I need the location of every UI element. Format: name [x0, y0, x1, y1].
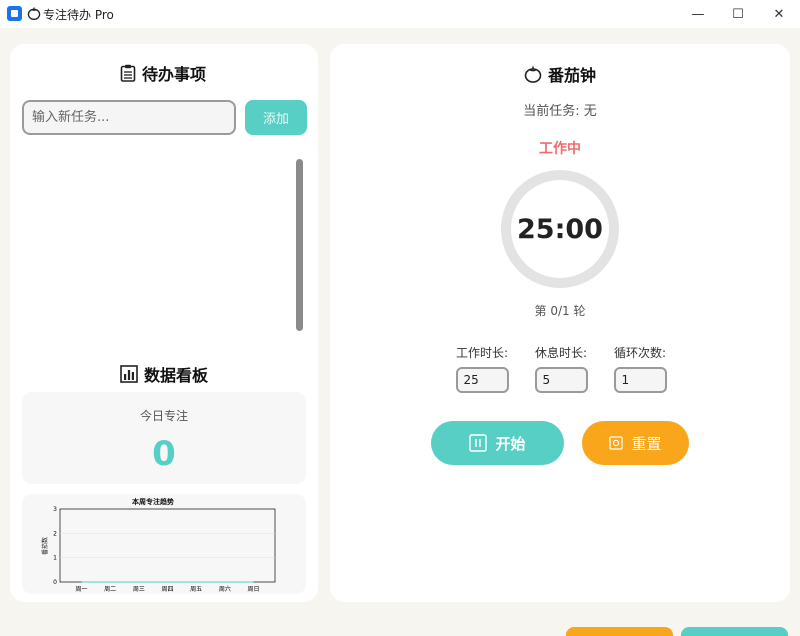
cycle-count-setting: 循环次数: [610, 344, 670, 393]
work-duration-setting: 工作时长: [452, 344, 512, 393]
work-duration-label: 工作时长: [455, 346, 509, 360]
chart-x-tick: 周日 [247, 586, 259, 593]
bottom-action-button-2[interactable] [681, 627, 788, 636]
bottom-action-button-1[interactable] [566, 627, 673, 636]
current-task-label: 当前任务: 无 [523, 104, 597, 119]
clipboard-icon [120, 64, 136, 82]
weekly-trend-chart: 本周专注趋势 番茄数 0 1 2 3 周一 周二 周三 周四 周五 周六 周日 [41, 497, 276, 593]
pomodoro-title: 番茄钟 [548, 66, 597, 85]
today-focus-label: 今日专注 [139, 409, 188, 423]
task-list[interactable] [22, 154, 306, 334]
status-label: 工作中 [539, 141, 581, 157]
today-focus-value: 0 [152, 434, 176, 474]
bar-chart-icon [120, 365, 138, 383]
reset-icon [609, 436, 624, 450]
start-button[interactable]: 开始 [431, 421, 564, 465]
todo-title: 待办事项 [142, 65, 207, 84]
rest-duration-label: 休息时长: [534, 346, 588, 360]
chart-title: 本周专注趋势 [131, 497, 174, 506]
rest-duration-input[interactable] [534, 367, 588, 393]
tomato-icon [524, 66, 542, 83]
today-focus-card: 今日专注 0 [22, 392, 306, 484]
rest-duration-setting: 休息时长: [531, 344, 591, 393]
chart-plot-area [59, 508, 276, 583]
pause-icon [469, 434, 488, 452]
add-task-button[interactable]: 添加 [245, 100, 307, 135]
cycle-count-label: 循环次数: [613, 346, 667, 360]
chart-x-tick: 周二 [104, 586, 116, 593]
left-panel: 待办事项 添加 数据看板 今日专注 0 本周专注趋势 番茄数 0 1 2 3 周一 周二 周… [10, 44, 318, 602]
chart-x-tick: 周四 [161, 586, 173, 593]
chart-y-tick: 2 [53, 530, 57, 537]
title-bar: 专注待办 Pro — ☐ ✕ [0, 0, 800, 28]
todo-section-title: 待办事项 [120, 61, 206, 85]
dashboard-section-title: 数据看板 [120, 362, 208, 386]
chart-y-tick: 3 [53, 506, 57, 513]
chart-y-label: 番茄数 [41, 537, 49, 555]
reset-button-label: 重置 [631, 434, 662, 453]
dashboard-title: 数据看板 [144, 366, 209, 385]
tomato-icon [27, 7, 41, 20]
reset-button[interactable]: 重置 [582, 421, 689, 465]
maximize-button[interactable]: ☐ [715, 0, 761, 28]
pomodoro-section-title: 番茄钟 [524, 62, 596, 86]
close-button[interactable]: ✕ [756, 0, 800, 28]
chart-y-tick: 1 [53, 555, 57, 562]
right-panel: 番茄钟 当前任务: 无 工作中 25:00 第 0/1 轮 工作时长: 休息时长… [330, 44, 790, 602]
round-counter: 第 0/1 轮 [534, 304, 586, 318]
chart-x-tick: 周三 [133, 586, 145, 593]
cycle-count-input[interactable] [613, 367, 667, 393]
timer-display: 25:00 [517, 213, 603, 245]
app-icon [7, 6, 22, 21]
chart-x-tick: 周一 [75, 586, 87, 593]
chart-x-tick: 周五 [190, 586, 202, 593]
work-duration-input[interactable] [455, 367, 509, 393]
chart-y-tick: 0 [53, 579, 57, 586]
new-task-input[interactable] [22, 100, 236, 135]
task-list-scrollbar[interactable] [296, 159, 303, 331]
chart-x-tick: 周六 [219, 585, 231, 593]
start-button-label: 开始 [495, 434, 526, 453]
window-title: 专注待办 Pro [43, 8, 114, 22]
weekly-chart-card: 本周专注趋势 番茄数 0 1 2 3 周一 周二 周三 周四 周五 周六 周日 [22, 494, 306, 594]
